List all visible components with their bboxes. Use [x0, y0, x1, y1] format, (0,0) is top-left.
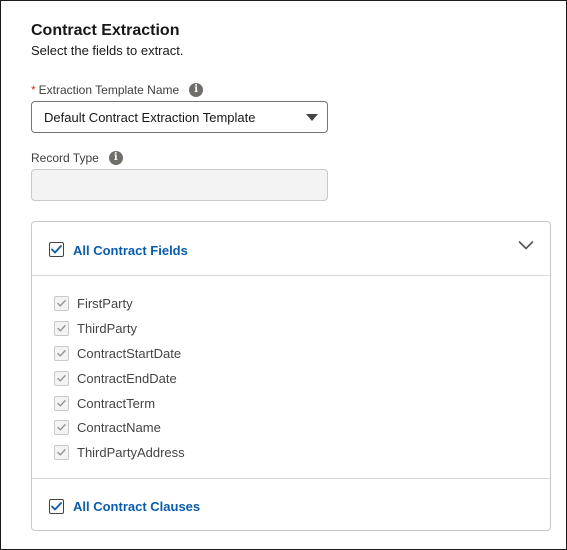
list-item[interactable]: ThirdParty: [54, 320, 137, 336]
record-type-label: Record Type i: [31, 151, 123, 165]
checkmark-icon: [51, 502, 62, 511]
list-item[interactable]: FirstParty: [54, 295, 133, 311]
checkmark-icon: [57, 423, 66, 431]
field-checkbox[interactable]: [54, 444, 69, 460]
field-label: FirstParty: [77, 295, 133, 311]
record-type-input[interactable]: [31, 169, 328, 201]
field-label: ThirdPartyAddress: [77, 444, 185, 460]
list-item[interactable]: ContractName: [54, 419, 161, 435]
clauses-section-header[interactable]: All Contract Clauses: [32, 478, 550, 531]
info-icon[interactable]: i: [108, 151, 123, 165]
list-item[interactable]: ContractEndDate: [54, 370, 177, 386]
checkmark-icon: [57, 349, 66, 357]
checkmark-icon: [57, 399, 66, 407]
field-checkbox[interactable]: [54, 320, 69, 336]
contract-extraction-panel: Contract Extraction Select the fields to…: [0, 0, 567, 550]
chevron-down-icon[interactable]: [518, 240, 534, 252]
all-fields-checkbox[interactable]: [49, 242, 64, 257]
all-clauses-label[interactable]: All Contract Clauses: [73, 499, 200, 514]
panel-subtitle: Select the fields to extract.: [31, 43, 184, 58]
list-item[interactable]: ContractTerm: [54, 395, 155, 411]
field-label: ContractTerm: [77, 395, 156, 411]
template-name-label: * Extraction Template Name i: [31, 83, 204, 97]
field-checkbox[interactable]: [54, 345, 69, 361]
extraction-fields-card: All Contract Fields FirstParty ThirdPart…: [31, 221, 551, 531]
info-icon[interactable]: i: [189, 83, 204, 97]
list-item[interactable]: ContractStartDate: [54, 345, 181, 361]
caret-down-icon: [306, 114, 318, 121]
field-label: ThirdParty: [77, 320, 137, 336]
fields-section-header[interactable]: All Contract Fields: [32, 222, 550, 276]
field-checkbox[interactable]: [54, 295, 69, 311]
template-name-label-text: Extraction Template Name: [38, 83, 180, 97]
field-checkbox[interactable]: [54, 419, 69, 435]
checkmark-icon: [57, 299, 66, 307]
required-marker: *: [31, 83, 36, 97]
field-checkbox[interactable]: [54, 395, 69, 411]
field-label: ContractEndDate: [77, 370, 177, 386]
all-clauses-checkbox[interactable]: [49, 499, 64, 514]
checkmark-icon: [57, 374, 66, 382]
all-fields-label[interactable]: All Contract Fields: [73, 243, 188, 258]
list-item[interactable]: ThirdPartyAddress: [54, 444, 185, 460]
checkmark-icon: [51, 245, 62, 254]
template-name-select[interactable]: Default Contract Extraction Template: [31, 101, 328, 133]
field-label: ContractStartDate: [77, 345, 182, 361]
template-name-value: Default Contract Extraction Template: [44, 109, 256, 125]
record-type-label-text: Record Type: [31, 151, 99, 165]
checkmark-icon: [57, 324, 66, 332]
panel-title: Contract Extraction: [31, 22, 180, 39]
field-label: ContractName: [77, 419, 161, 435]
checkmark-icon: [57, 448, 66, 456]
field-checkbox[interactable]: [54, 370, 69, 386]
